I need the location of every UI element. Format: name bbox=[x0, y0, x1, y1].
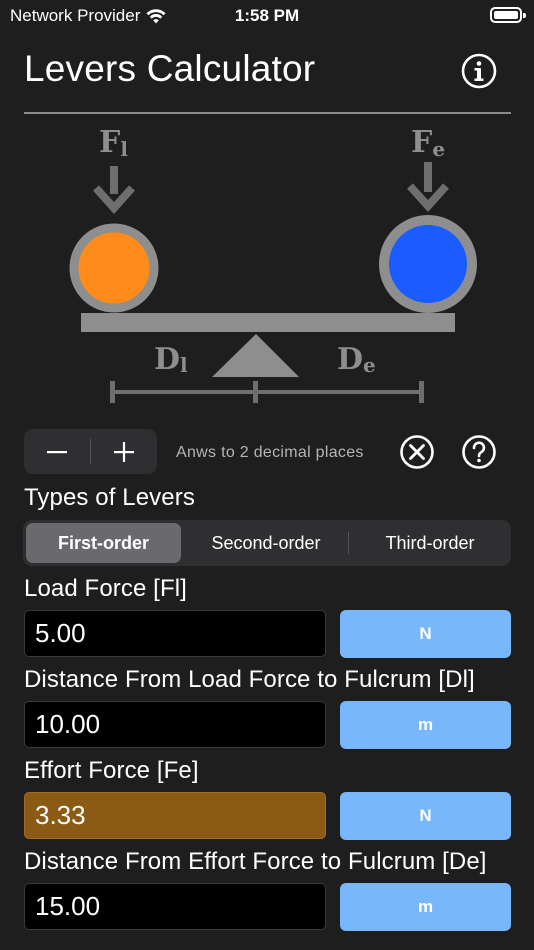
effort-force-main: F bbox=[411, 125, 432, 160]
load-force-sub: l bbox=[120, 137, 128, 161]
effort-distance-main: D bbox=[337, 342, 363, 377]
effort-distance-label: Distance From Effort Force to Fulcrum [D… bbox=[24, 848, 487, 875]
fulcrum bbox=[212, 334, 299, 377]
effort-force-result[interactable]: 3.33 bbox=[24, 792, 326, 839]
load-distance-unit-button[interactable]: m bbox=[340, 701, 511, 749]
load-force-main: F bbox=[99, 125, 120, 160]
effort-arrow-icon bbox=[407, 162, 449, 212]
effort-ball bbox=[379, 215, 477, 313]
info-button[interactable] bbox=[460, 52, 498, 90]
load-force-unit-button[interactable]: N bbox=[340, 610, 511, 658]
load-distance-symbol: Dl bbox=[154, 342, 188, 377]
lever-beam bbox=[81, 313, 455, 332]
lever-types-label: Types of Levers bbox=[24, 484, 195, 511]
effort-distance-symbol: De bbox=[337, 342, 376, 377]
effort-force-sub: e bbox=[432, 137, 445, 161]
load-distance-input[interactable]: 10.00 bbox=[24, 701, 326, 748]
effort-force-label: Effort Force [Fe] bbox=[24, 757, 199, 784]
minus-icon bbox=[47, 450, 67, 453]
decrease-precision-button[interactable] bbox=[24, 429, 90, 474]
effort-distance-unit-button[interactable]: m bbox=[340, 883, 511, 931]
clear-circle-icon bbox=[400, 435, 434, 469]
plus-icon bbox=[114, 441, 134, 462]
clear-button[interactable] bbox=[399, 434, 435, 470]
load-force-label: Load Force [Fl] bbox=[24, 575, 187, 602]
load-distance-label: Distance From Load Force to Fulcrum [Dl] bbox=[24, 666, 475, 693]
load-ball bbox=[69, 223, 159, 313]
tab-second-order[interactable]: Second-order bbox=[186, 523, 346, 563]
question-circle-icon bbox=[462, 435, 496, 469]
increase-precision-button[interactable] bbox=[91, 429, 157, 474]
load-distance-sub: l bbox=[180, 353, 188, 377]
battery-icon bbox=[490, 7, 526, 23]
tab-first-order[interactable]: First-order bbox=[26, 523, 181, 563]
precision-text: Anws to 2 decimal places bbox=[176, 444, 364, 461]
segment-divider bbox=[348, 532, 349, 554]
lever-type-selector[interactable]: First-order Second-order Third-order bbox=[23, 520, 511, 566]
effort-distance-sub: e bbox=[363, 353, 376, 377]
load-distance-main: D bbox=[154, 342, 180, 377]
clock: 1:58 PM bbox=[234, 6, 300, 25]
distance-dimension-line bbox=[110, 381, 424, 403]
tab-third-order[interactable]: Third-order bbox=[350, 523, 510, 563]
effort-force-symbol: Fe bbox=[411, 125, 445, 161]
precision-stepper[interactable] bbox=[24, 429, 157, 474]
effort-force-unit-button[interactable]: N bbox=[340, 792, 511, 840]
load-force-symbol: Fl bbox=[99, 125, 128, 161]
help-button[interactable] bbox=[461, 434, 497, 470]
load-arrow-icon bbox=[93, 166, 135, 214]
status-bar: Network Provider 1:58 PM bbox=[0, 0, 534, 32]
load-force-input[interactable]: 5.00 bbox=[24, 610, 326, 657]
info-icon bbox=[461, 53, 497, 89]
page-title: Levers Calculator bbox=[24, 48, 316, 89]
effort-distance-input[interactable]: 15.00 bbox=[24, 883, 326, 930]
lever-diagram: Fl Fe Dl De bbox=[69, 125, 477, 403]
